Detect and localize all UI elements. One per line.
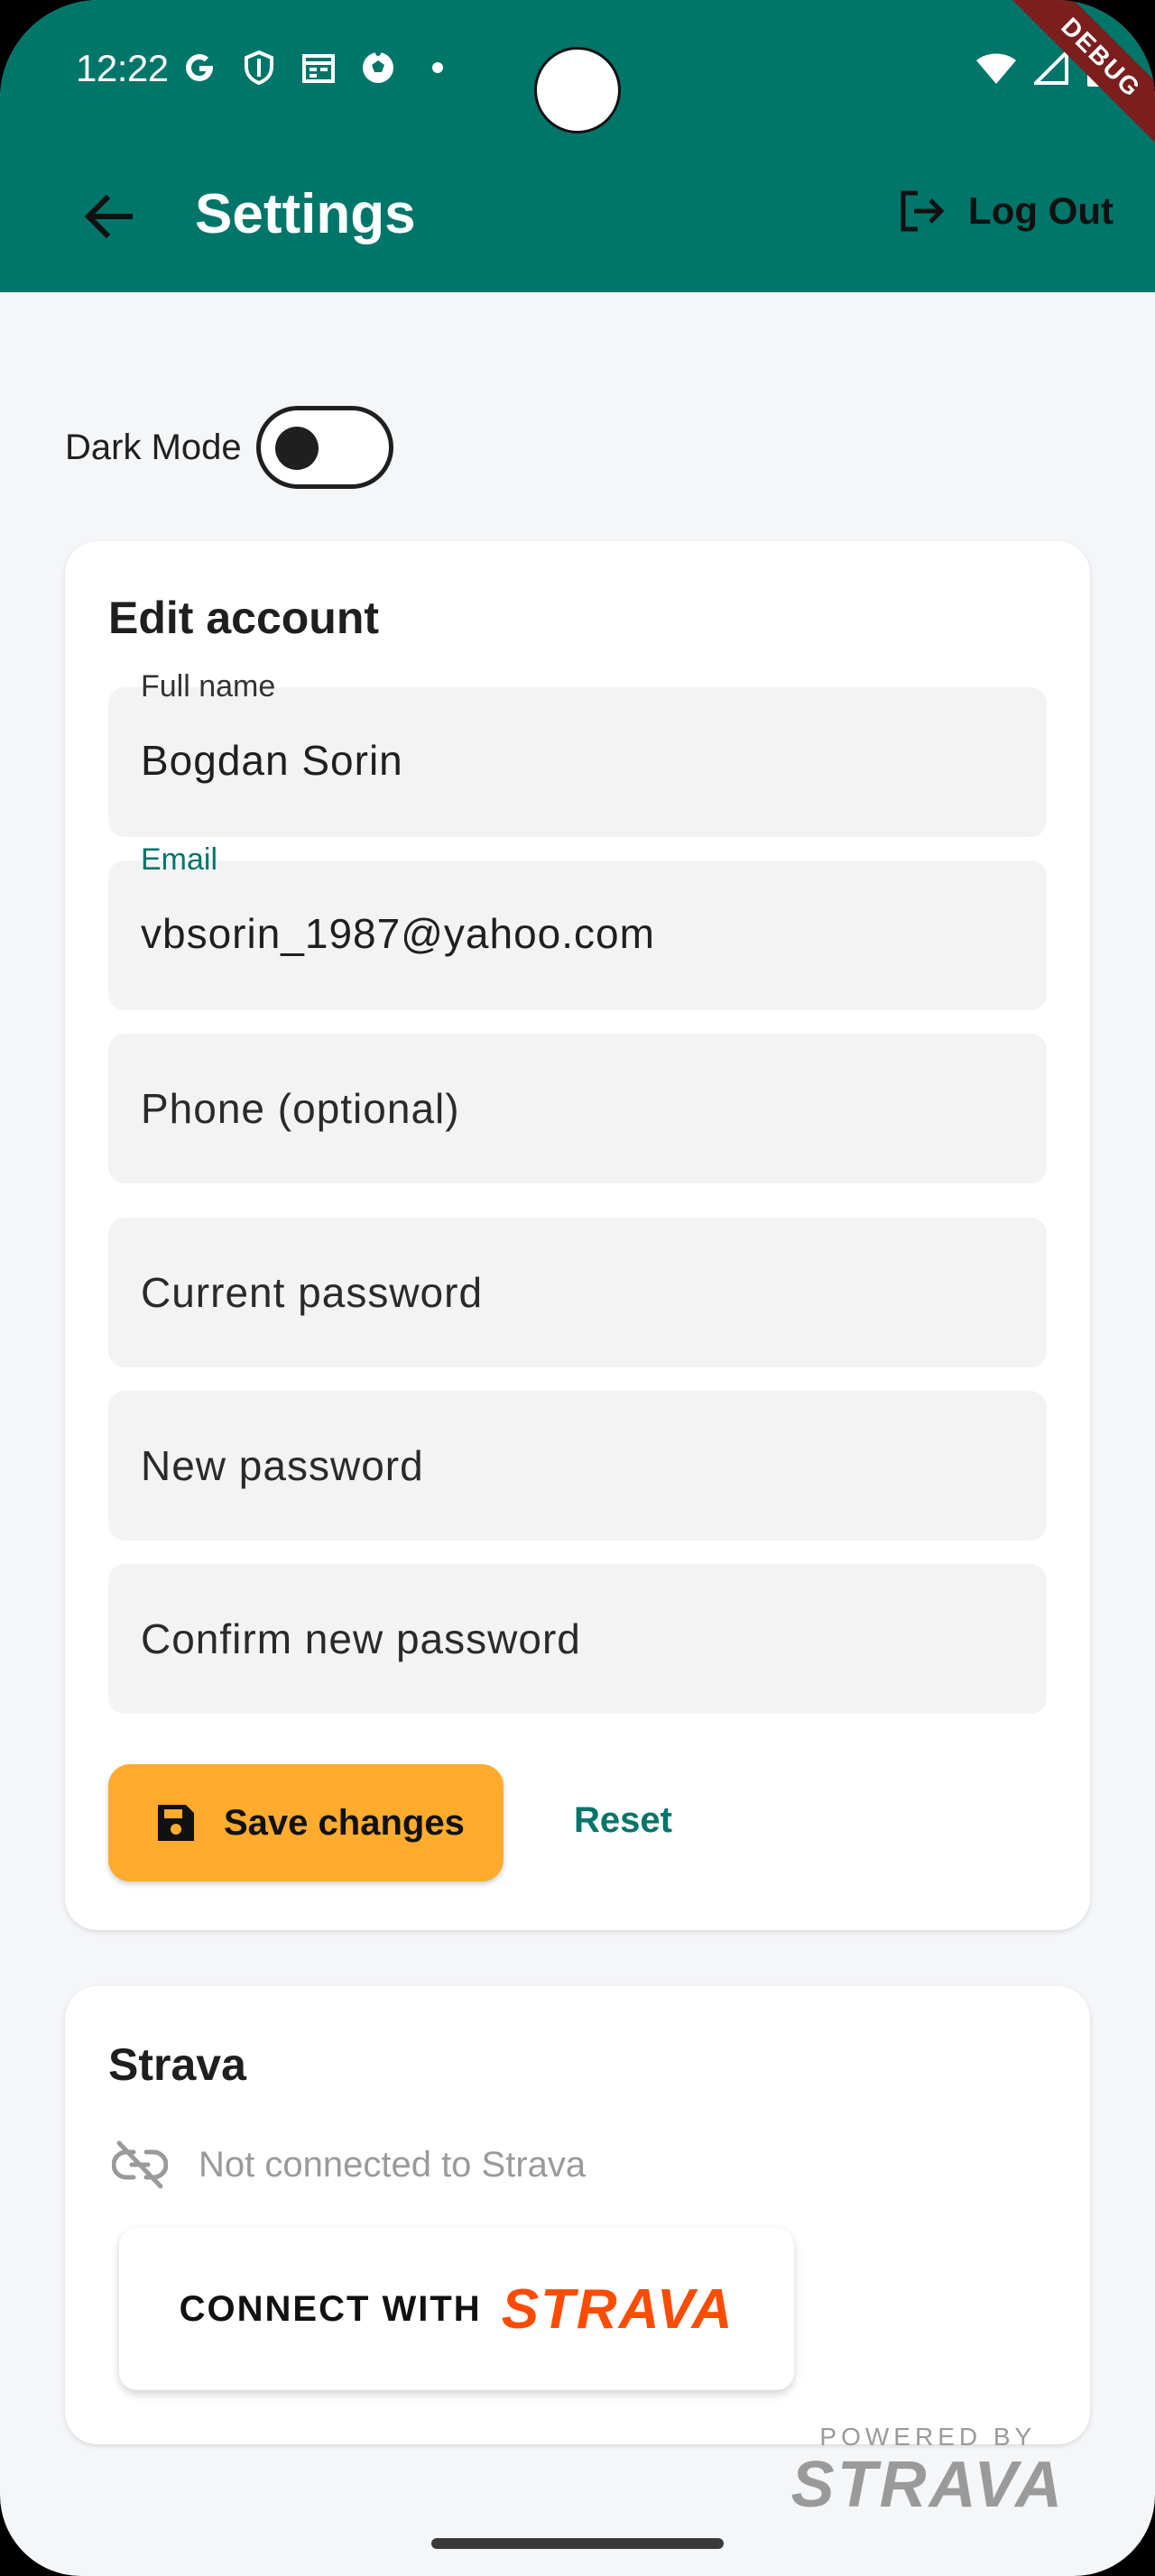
strava-logo-text: STRAVA: [501, 2277, 735, 2341]
arrow-back-icon: [84, 195, 133, 238]
logout-button[interactable]: Log Out: [900, 189, 1113, 233]
phone-placeholder: Phone (optional): [141, 1085, 460, 1132]
edit-account-card: Edit account Full name Bogdan Sorin Emai…: [65, 541, 1090, 1930]
app-bar: 12:22 DEBUG Settings Log Out: [0, 0, 1155, 292]
page-title: Settings: [195, 183, 416, 245]
home-indicator[interactable]: [431, 2538, 724, 2549]
save-changes-label: Save changes: [224, 1802, 465, 1843]
strava-status-row: Not connected to Strava: [112, 2139, 586, 2190]
full-name-field[interactable]: Full name Bogdan Sorin: [108, 669, 1047, 837]
status-bar: 12:22: [0, 0, 1155, 144]
edit-account-title: Edit account: [108, 593, 380, 643]
email-label: Email: [141, 842, 218, 877]
toggle-knob: [274, 427, 319, 470]
status-time: 12:22: [76, 47, 169, 89]
strava-status-text: Not connected to Strava: [199, 2144, 587, 2185]
front-camera: [534, 47, 621, 133]
powered-by-strava: POWERED BY STRAVA: [791, 2423, 1065, 2520]
full-name-label: Full name: [141, 669, 276, 704]
dark-mode-label: Dark Mode: [65, 427, 242, 467]
google-icon: [180, 49, 218, 87]
confirm-password-field[interactable]: Confirm new password: [108, 1564, 1047, 1714]
reset-button[interactable]: Reset: [574, 1800, 672, 1841]
save-changes-button[interactable]: Save changes: [108, 1764, 504, 1881]
phone-screen: 12:22 DEBUG Settings Log Out Dark Mode E…: [0, 0, 1155, 2576]
powered-by-label: POWERED BY: [819, 2423, 1037, 2451]
connect-with-strava-button[interactable]: CONNECT WITH STRAVA: [119, 2228, 794, 2390]
current-password-field[interactable]: Current password: [108, 1218, 1047, 1367]
new-password-placeholder: New password: [141, 1442, 424, 1489]
link-off-icon: [112, 2140, 168, 2189]
wifi-icon: [975, 50, 1018, 90]
save-icon: [158, 1805, 194, 1841]
dark-mode-row: Dark Mode: [65, 406, 393, 489]
shield-icon: [240, 49, 278, 87]
current-password-placeholder: Current password: [141, 1269, 484, 1316]
logout-label: Log Out: [968, 189, 1113, 232]
back-button[interactable]: [76, 184, 141, 249]
email-field[interactable]: Email vbsorin_1987@yahoo.com: [108, 842, 1047, 1010]
logout-icon: [901, 190, 945, 232]
new-password-field[interactable]: New password: [108, 1391, 1047, 1541]
connect-with-label: CONNECT WITH: [179, 2288, 482, 2329]
dark-mode-toggle[interactable]: [255, 406, 393, 489]
strava-title: Strava: [108, 2039, 246, 2090]
email-value: vbsorin_1987@yahoo.com: [141, 910, 655, 957]
soccer-ball-icon: [359, 49, 397, 87]
confirm-password-placeholder: Confirm new password: [141, 1615, 581, 1662]
dot-icon: [419, 49, 457, 87]
status-notification-icons: [180, 49, 457, 87]
calendar-icon: [300, 49, 337, 87]
strava-card: Strava Not connected to Strava CONNECT W…: [65, 1986, 1090, 2444]
signal-icon: [1031, 48, 1070, 90]
phone-field[interactable]: Phone (optional): [108, 1034, 1047, 1183]
full-name-value: Bogdan Sorin: [141, 737, 403, 784]
powered-strava-logo: STRAVA: [790, 2449, 1065, 2521]
